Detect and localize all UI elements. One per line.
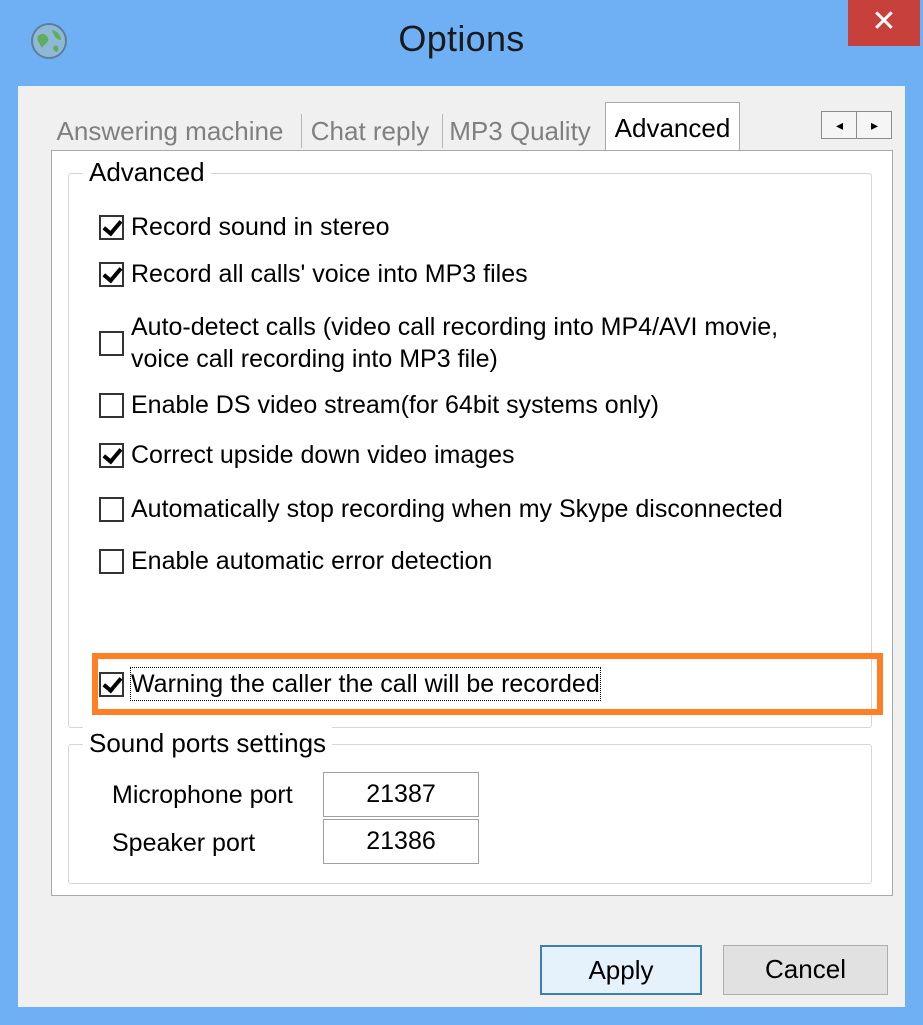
cancel-button[interactable]: Cancel	[723, 945, 888, 995]
sound-ports-group-title: Sound ports settings	[83, 725, 333, 761]
record-mp3-checkbox[interactable]	[99, 261, 124, 287]
dialog-client-area: Answering machine Chat reply MP3 Quality…	[18, 86, 905, 1007]
advanced-group-title: Advanced	[83, 154, 211, 190]
scroll-left-icon[interactable]: ◂	[822, 112, 857, 138]
option-ds-video[interactable]: Enable DS video stream(for 64bit systems…	[99, 389, 659, 421]
option-auto-stop[interactable]: Automatically stop recording when my Sky…	[99, 493, 783, 525]
option-error-detection[interactable]: Enable automatic error detection	[99, 545, 492, 577]
option-label: Enable automatic error detection	[131, 547, 493, 575]
options-window: Options ✕ Answering machine Chat reply M…	[0, 0, 923, 1025]
microphone-port-field[interactable]: 21387	[323, 772, 479, 817]
tab-chat-reply[interactable]: Chat reply	[305, 112, 435, 150]
tab-mp3-quality[interactable]: MP3 Quality	[447, 112, 593, 150]
tab-separator	[442, 114, 443, 148]
auto-stop-checkbox[interactable]	[99, 496, 124, 522]
record-stereo-checkbox[interactable]	[99, 214, 124, 240]
option-record-stereo[interactable]: Record sound in stereo	[99, 211, 389, 243]
option-label: Correct upside down video images	[131, 441, 515, 469]
tab-scroll-arrows: ◂ ▸	[821, 111, 892, 139]
ds-video-checkbox[interactable]	[99, 392, 124, 418]
speaker-port-label: Speaker port	[112, 829, 256, 857]
warn-caller-checkbox[interactable]	[99, 671, 124, 697]
option-warn-caller[interactable]: Warning the caller the call will be reco…	[99, 667, 601, 701]
option-record-mp3[interactable]: Record all calls' voice into MP3 files	[99, 258, 528, 290]
tab-separator	[301, 114, 302, 148]
window-title: Options	[398, 18, 525, 59]
option-label: Enable DS video stream(for 64bit systems…	[131, 391, 659, 419]
auto-detect-checkbox[interactable]	[99, 330, 124, 356]
tab-answering-machine[interactable]: Answering machine	[51, 112, 289, 150]
microphone-port-label: Microphone port	[112, 781, 293, 809]
tab-advanced[interactable]: Advanced	[605, 102, 740, 152]
advanced-tab-page: Advanced Record sound in stereo Record a…	[51, 150, 893, 896]
option-label: Record sound in stereo	[131, 213, 390, 241]
close-button[interactable]: ✕	[848, 0, 920, 46]
title-bar[interactable]: Options ✕	[0, 0, 923, 86]
option-label: Record all calls' voice into MP3 files	[131, 260, 528, 288]
tab-bar: Answering machine Chat reply MP3 Quality…	[51, 102, 871, 152]
option-auto-detect[interactable]: Auto-detect calls (video call recording …	[99, 311, 789, 375]
apply-button[interactable]: Apply	[540, 945, 702, 995]
option-label: Warning the caller the call will be reco…	[130, 667, 601, 701]
option-label: Automatically stop recording when my Sky…	[131, 495, 783, 523]
upside-down-checkbox[interactable]	[99, 442, 124, 468]
scroll-right-icon[interactable]: ▸	[857, 112, 892, 138]
option-upside-down[interactable]: Correct upside down video images	[99, 439, 515, 471]
error-detection-checkbox[interactable]	[99, 548, 124, 574]
speaker-port-field[interactable]: 21386	[323, 819, 479, 864]
option-label: Auto-detect calls (video call recording …	[131, 313, 779, 373]
close-icon: ✕	[871, 5, 897, 38]
